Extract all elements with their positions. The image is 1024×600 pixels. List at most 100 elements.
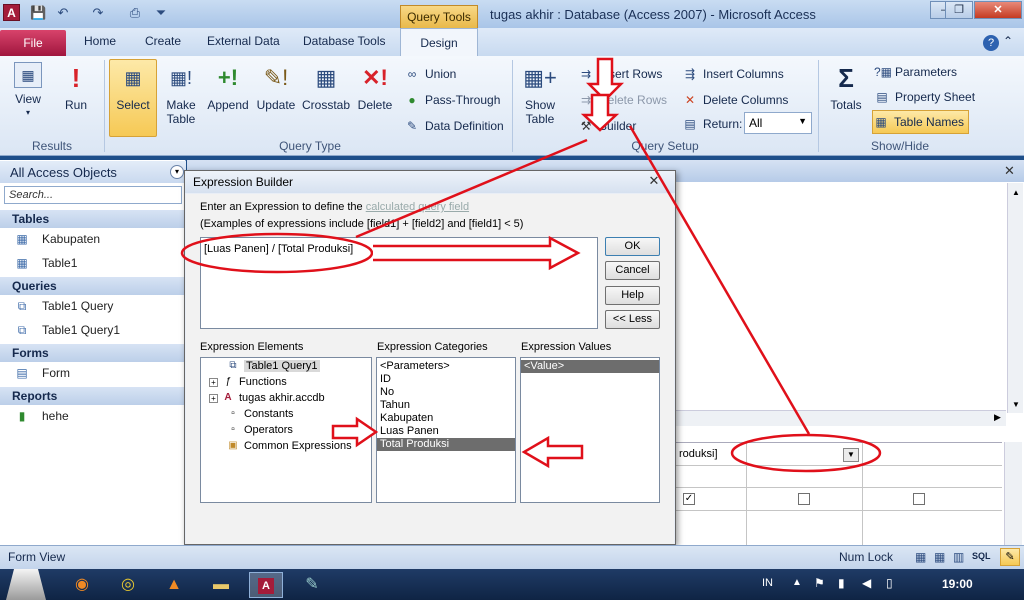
pass-through-button[interactable]: ● Pass-Through xyxy=(404,90,500,110)
tree-item-operators[interactable]: ▫ Operators xyxy=(226,422,293,438)
close-button[interactable]: ✕ xyxy=(974,1,1022,19)
expression-values-list[interactable]: <Value> xyxy=(520,357,660,503)
tab-home[interactable]: Home xyxy=(84,34,116,52)
list-item-selected[interactable]: Total Produksi xyxy=(377,438,515,451)
access-logo-icon[interactable]: A xyxy=(3,4,20,21)
ribbon-minimize-icon[interactable]: ⌃ xyxy=(1003,34,1013,48)
access-taskbar-icon[interactable]: A xyxy=(249,572,283,598)
nav-group-tables[interactable]: Tables xyxy=(0,210,186,228)
nav-pane-menu-icon[interactable]: ▾ xyxy=(170,165,184,179)
sql-view-icon[interactable]: SQL xyxy=(972,551,991,561)
list-item[interactable]: No xyxy=(377,386,515,399)
customize-toolbar-icon[interactable]: ⏷ xyxy=(153,5,169,21)
tree-item-database[interactable]: + Atugas akhir.accdb xyxy=(209,390,325,406)
make-table-button[interactable]: ▦! Make Table xyxy=(160,60,202,136)
scroll-right-icon[interactable]: ▶ xyxy=(994,412,1001,423)
grid-scrollbar[interactable] xyxy=(1004,442,1022,545)
pivot-chart-icon[interactable]: ▥ xyxy=(953,550,964,564)
dialog-close-icon[interactable]: ✕ xyxy=(640,172,668,190)
firefox-icon[interactable]: ◉ xyxy=(68,573,96,597)
delete-rows-button[interactable]: ⇉ Delete Rows xyxy=(578,90,667,110)
delete-columns-button[interactable]: ✕ Delete Columns xyxy=(682,90,788,110)
nav-item-form[interactable]: ▤ Form xyxy=(0,362,186,384)
ok-button[interactable]: OK xyxy=(605,237,660,256)
list-item[interactable]: Luas Panen xyxy=(377,425,515,438)
select-query-button[interactable]: ▦ Select xyxy=(109,59,157,137)
list-item[interactable]: Tahun xyxy=(377,399,515,412)
print-preview-icon[interactable]: ⎙ xyxy=(127,5,143,21)
insert-columns-button[interactable]: ⇶ Insert Columns xyxy=(682,64,784,84)
less-button[interactable]: << Less xyxy=(605,310,660,329)
battery-icon[interactable]: ▯ xyxy=(886,576,893,590)
grid-field-cell[interactable]: roduksi] xyxy=(679,448,718,460)
volume-icon[interactable]: ◀ xyxy=(862,576,871,590)
list-item-selected[interactable]: <Value> xyxy=(521,360,659,373)
nav-search-input[interactable]: Search... xyxy=(4,186,182,204)
tab-file[interactable]: File xyxy=(0,30,66,56)
cancel-button[interactable]: Cancel xyxy=(605,261,660,280)
undo-icon[interactable]: ↶ xyxy=(55,5,71,21)
list-item[interactable]: ID xyxy=(377,373,515,386)
file-explorer-icon[interactable]: ▬ xyxy=(207,573,235,597)
run-button[interactable]: ! Run xyxy=(60,60,92,136)
property-sheet-button[interactable]: ▤ Property Sheet xyxy=(874,87,975,107)
list-item[interactable]: <Parameters> xyxy=(377,360,515,373)
paint-icon[interactable]: ✎ xyxy=(298,573,326,597)
tray-up-icon[interactable]: ▲ xyxy=(792,577,802,588)
nav-item-query[interactable]: ⧉ Table1 Query xyxy=(0,295,186,317)
tab-create[interactable]: Create xyxy=(145,34,181,52)
help-button[interactable]: Help xyxy=(605,286,660,305)
close-document-icon[interactable]: ✕ xyxy=(1004,163,1015,179)
tree-item-common-expressions[interactable]: ▣ Common Expressions xyxy=(226,438,351,454)
list-item[interactable]: Kabupaten xyxy=(377,412,515,425)
nav-group-forms[interactable]: Forms xyxy=(0,344,186,362)
show-table-button[interactable]: ▦+ Show Table xyxy=(518,60,562,136)
pivot-table-icon[interactable]: ▦ xyxy=(934,550,945,564)
redo-icon[interactable]: ↷ xyxy=(90,5,106,21)
insert-rows-button[interactable]: ⇉ Insert Rows xyxy=(578,64,662,84)
expression-categories-list[interactable]: <Parameters> ID No Tahun Kabupaten Luas … xyxy=(376,357,516,503)
nav-item-query[interactable]: ⧉ Table1 Query1 xyxy=(0,319,186,341)
delete-query-button[interactable]: ✕! Delete xyxy=(354,60,396,136)
clock[interactable]: 19:00 xyxy=(942,577,973,591)
expand-icon[interactable]: + xyxy=(209,393,218,403)
language-indicator[interactable]: IN xyxy=(762,577,773,589)
vertical-scrollbar[interactable] xyxy=(1007,183,1023,413)
tree-item-functions[interactable]: + ƒ Functions xyxy=(209,374,287,390)
view-button[interactable]: ▦ View ▾ xyxy=(8,60,48,136)
restore-button[interactable]: ❐ xyxy=(945,1,973,19)
nav-group-reports[interactable]: Reports xyxy=(0,387,186,405)
instruction-link[interactable]: calculated query field xyxy=(366,201,469,213)
horizontal-scrollbar[interactable] xyxy=(676,410,1006,426)
tab-database-tools[interactable]: Database Tools xyxy=(303,34,386,52)
union-button[interactable]: ∞ Union xyxy=(404,64,457,84)
grid-field-dropdown[interactable]: ▼ xyxy=(843,448,859,462)
tree-item-table1-query1[interactable]: ⧉ Table1 Query1 xyxy=(226,358,320,374)
show-checkbox[interactable] xyxy=(798,493,810,505)
network-icon[interactable]: ▮ xyxy=(838,576,845,590)
tab-design[interactable]: Design xyxy=(400,28,478,57)
save-icon[interactable]: 💾 xyxy=(30,5,46,21)
parameters-button[interactable]: ?▦ Parameters xyxy=(874,62,957,82)
totals-button[interactable]: Σ Totals xyxy=(824,60,868,136)
update-button[interactable]: ✎! Update xyxy=(254,60,298,136)
nav-item-table[interactable]: ▦ Table1 xyxy=(0,252,186,274)
show-checkbox[interactable]: ✓ xyxy=(683,493,695,505)
vlc-icon[interactable]: ▲ xyxy=(160,573,188,597)
design-view-icon[interactable]: ✎ xyxy=(1000,548,1020,566)
datasheet-view-icon[interactable]: ▦ xyxy=(915,550,926,564)
tab-external-data[interactable]: External Data xyxy=(207,34,280,52)
tree-item-constants[interactable]: ▫ Constants xyxy=(226,406,293,422)
builder-button[interactable]: ⚒ Builder xyxy=(578,116,637,136)
nav-item-report[interactable]: ▮ hehe xyxy=(0,405,186,427)
show-checkbox[interactable] xyxy=(913,493,925,505)
nav-group-queries[interactable]: Queries xyxy=(0,277,186,295)
help-icon[interactable]: ? xyxy=(983,35,999,51)
data-definition-button[interactable]: ✎ Data Definition xyxy=(404,116,504,136)
append-button[interactable]: +! Append xyxy=(205,60,251,136)
return-dropdown[interactable]: All ▼ xyxy=(744,112,812,134)
scroll-up-icon[interactable]: ▲ xyxy=(1012,188,1020,197)
nav-item-table[interactable]: ▦ Kabupaten xyxy=(0,228,186,250)
expand-icon[interactable]: + xyxy=(209,377,218,387)
table-names-button[interactable]: ▦ Table Names xyxy=(872,110,970,134)
